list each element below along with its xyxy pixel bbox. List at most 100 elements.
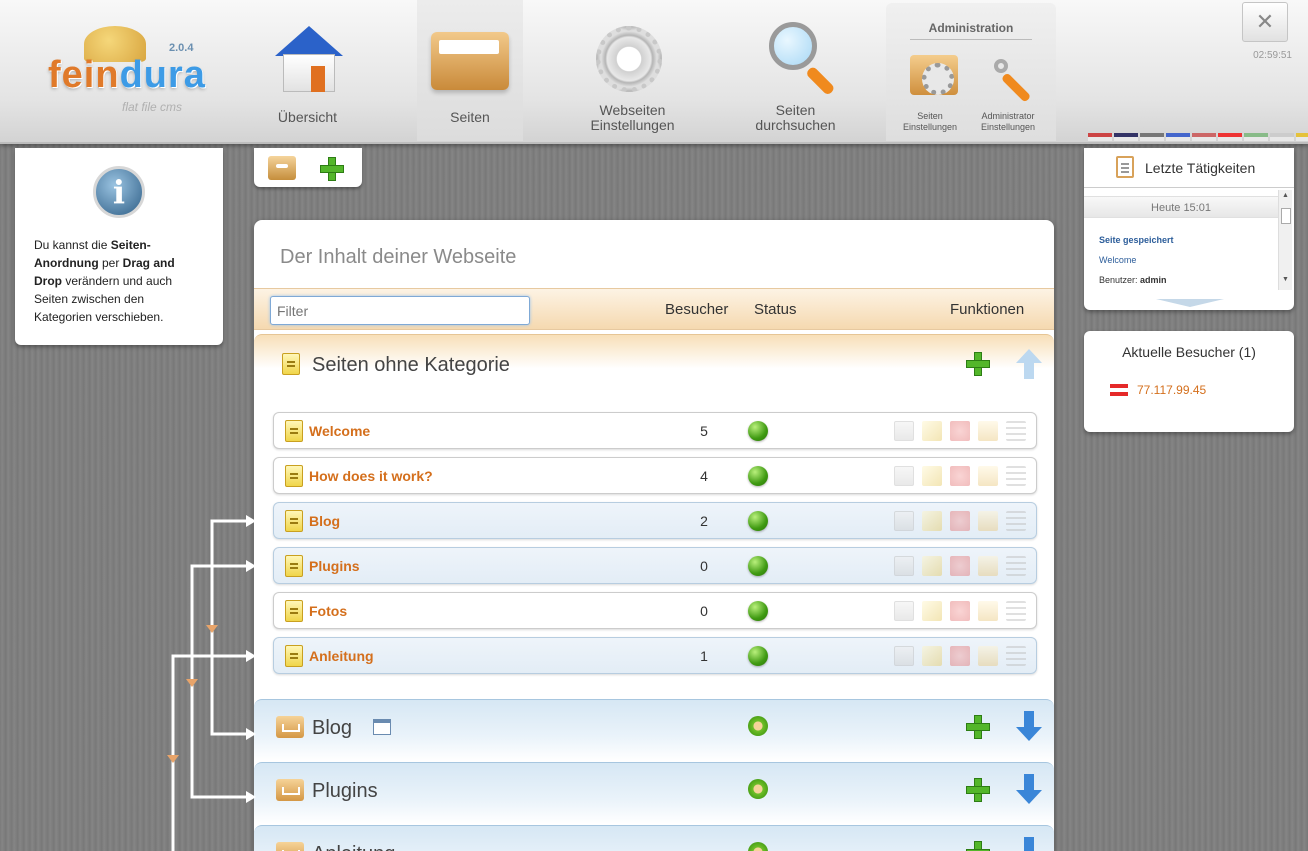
page-row-plugins[interactable]: Plugins 0 xyxy=(273,547,1037,584)
status-published-icon[interactable] xyxy=(748,421,768,441)
category-status-icon[interactable] xyxy=(748,716,768,736)
category-anleitung[interactable]: Anleitung xyxy=(254,825,1054,851)
startpage-icon[interactable] xyxy=(978,511,998,531)
delete-icon[interactable] xyxy=(950,601,970,621)
category-uncategorized[interactable]: Seiten ohne Kategorie xyxy=(254,334,1054,396)
status-published-icon[interactable] xyxy=(748,556,768,576)
nav-search-pages[interactable]: Seiten durchsuchen xyxy=(733,0,858,141)
startpage-icon[interactable] xyxy=(978,601,998,621)
category-plugins[interactable]: Plugins xyxy=(254,762,1054,824)
arrow-down-icon[interactable] xyxy=(1016,774,1042,804)
thumbnail-icon[interactable] xyxy=(894,466,914,486)
scroll-down-icon[interactable]: ▼ xyxy=(1282,276,1289,283)
page-name[interactable]: Anleitung xyxy=(309,648,374,664)
nav-website-settings[interactable]: Webseiten Einstellungen xyxy=(570,0,695,141)
arrow-down-icon[interactable] xyxy=(1016,711,1042,741)
scroll-up-icon[interactable]: ▲ xyxy=(1282,192,1289,199)
house-icon xyxy=(275,26,343,96)
folder-gear-icon xyxy=(910,55,958,95)
category-status-icon[interactable] xyxy=(748,842,768,851)
subcategory-page-icon xyxy=(285,645,303,667)
language-flag-icon[interactable] xyxy=(1114,133,1138,141)
add-page-icon[interactable] xyxy=(966,352,990,376)
filter-input[interactable] xyxy=(270,296,530,325)
nav-overview[interactable]: Übersicht xyxy=(245,0,370,141)
thumbnail-icon[interactable] xyxy=(894,511,914,531)
current-visitors-title: Aktuelle Besucher (1) xyxy=(1122,344,1256,360)
delete-icon[interactable] xyxy=(950,556,970,576)
visitor-ip: 77.117.99.45 xyxy=(1137,383,1207,397)
logo-text-fein: fein xyxy=(48,54,120,96)
page-name[interactable]: Fotos xyxy=(309,603,347,619)
add-page-icon[interactable] xyxy=(966,715,990,739)
language-flag-icon[interactable] xyxy=(1088,133,1112,141)
thumbnail-icon[interactable] xyxy=(894,646,914,666)
startpage-icon[interactable] xyxy=(978,421,998,441)
page-row-how-does-it-work[interactable]: How does it work? 4 xyxy=(273,457,1037,494)
language-flag-icon[interactable] xyxy=(1140,133,1164,141)
startpage-icon[interactable] xyxy=(978,556,998,576)
status-published-icon[interactable] xyxy=(748,601,768,621)
add-page-button[interactable] xyxy=(312,152,352,184)
drag-handle-icon[interactable] xyxy=(1006,466,1026,486)
thumbnail-icon[interactable] xyxy=(894,601,914,621)
edit-icon[interactable] xyxy=(922,421,942,441)
drag-handle-icon[interactable] xyxy=(1006,646,1026,666)
scroll-thumb[interactable] xyxy=(1281,208,1291,224)
activity-scrollbar[interactable]: ▲ ▼ xyxy=(1278,190,1292,290)
language-flag-icon[interactable] xyxy=(1244,133,1268,141)
archive-button[interactable] xyxy=(260,152,300,184)
austria-flag-icon xyxy=(1110,384,1128,396)
col-functions: Funktionen xyxy=(950,301,1025,318)
close-button[interactable]: ✕ xyxy=(1242,2,1288,42)
language-flag-icon[interactable] xyxy=(1270,133,1294,141)
activity-user: Benutzer: admin xyxy=(1099,275,1167,285)
activity-page-link[interactable]: Welcome xyxy=(1099,255,1136,265)
startpage-icon[interactable] xyxy=(978,646,998,666)
feindura-logo[interactable]: feindura 2.0.4 flat file cms xyxy=(44,22,214,122)
language-flags[interactable] xyxy=(1088,133,1308,141)
page-row-welcome[interactable]: Welcome 5 xyxy=(273,412,1037,449)
clipboard-icon xyxy=(1116,156,1134,178)
delete-icon[interactable] xyxy=(950,421,970,441)
thumbnail-icon[interactable] xyxy=(894,556,914,576)
drag-handle-icon[interactable] xyxy=(1006,556,1026,576)
status-published-icon[interactable] xyxy=(748,511,768,531)
edit-icon[interactable] xyxy=(922,556,942,576)
thumbnail-icon[interactable] xyxy=(894,421,914,441)
page-row-fotos[interactable]: Fotos 0 xyxy=(273,592,1037,629)
category-blog[interactable]: Blog xyxy=(254,699,1054,761)
status-published-icon[interactable] xyxy=(748,466,768,486)
delete-icon[interactable] xyxy=(950,646,970,666)
edit-icon[interactable] xyxy=(922,601,942,621)
edit-icon[interactable] xyxy=(922,511,942,531)
page-name[interactable]: How does it work? xyxy=(309,468,433,484)
status-published-icon[interactable] xyxy=(748,646,768,666)
content-title: Der Inhalt deiner Webseite xyxy=(280,246,517,268)
startpage-icon[interactable] xyxy=(978,466,998,486)
edit-icon[interactable] xyxy=(922,466,942,486)
drag-handle-icon[interactable] xyxy=(1006,421,1026,441)
edit-icon[interactable] xyxy=(922,646,942,666)
delete-icon[interactable] xyxy=(950,511,970,531)
drag-handle-icon[interactable] xyxy=(1006,511,1026,531)
page-row-anleitung[interactable]: Anleitung 1 xyxy=(273,637,1037,674)
delete-icon[interactable] xyxy=(950,466,970,486)
page-name[interactable]: Blog xyxy=(309,513,340,529)
page-row-blog[interactable]: Blog 2 xyxy=(273,502,1037,539)
page-name[interactable]: Welcome xyxy=(309,423,370,439)
language-flag-icon[interactable] xyxy=(1166,133,1190,141)
add-page-icon[interactable] xyxy=(966,778,990,802)
nav-pages[interactable]: Seiten xyxy=(417,0,523,141)
nav-admin-settings-label-1: Administrator xyxy=(981,111,1035,121)
arrow-down-icon[interactable] xyxy=(1016,837,1042,851)
language-flag-icon[interactable] xyxy=(1296,133,1308,141)
drag-handle-icon[interactable] xyxy=(1006,601,1026,621)
expand-arrow-icon[interactable] xyxy=(1156,299,1224,307)
language-flag-icon[interactable] xyxy=(1192,133,1216,141)
add-page-icon[interactable] xyxy=(966,841,990,851)
language-flag-icon[interactable] xyxy=(1218,133,1242,141)
category-status-icon[interactable] xyxy=(748,779,768,799)
page-name[interactable]: Plugins xyxy=(309,558,360,574)
arrow-up-icon[interactable] xyxy=(1016,349,1042,379)
